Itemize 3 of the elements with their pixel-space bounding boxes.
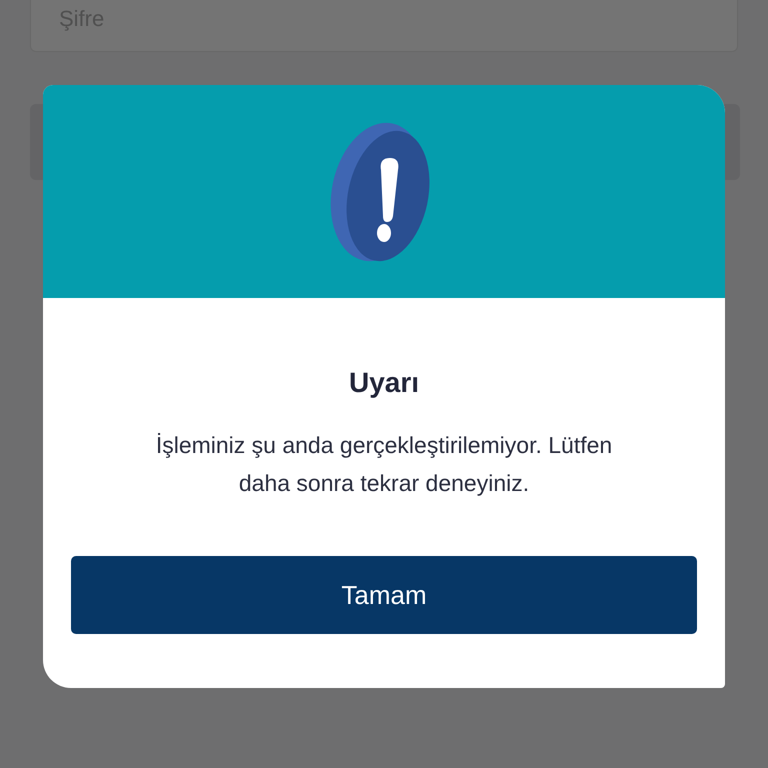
dialog-title: Uyarı [348,366,420,400]
dialog-message: İşleminiz şu anda gerçekleştirilemiyor. Lütfen daha sonra tekrar deneyiniz. [154,431,614,498]
ok-button[interactable]: Tamam [71,556,697,634]
